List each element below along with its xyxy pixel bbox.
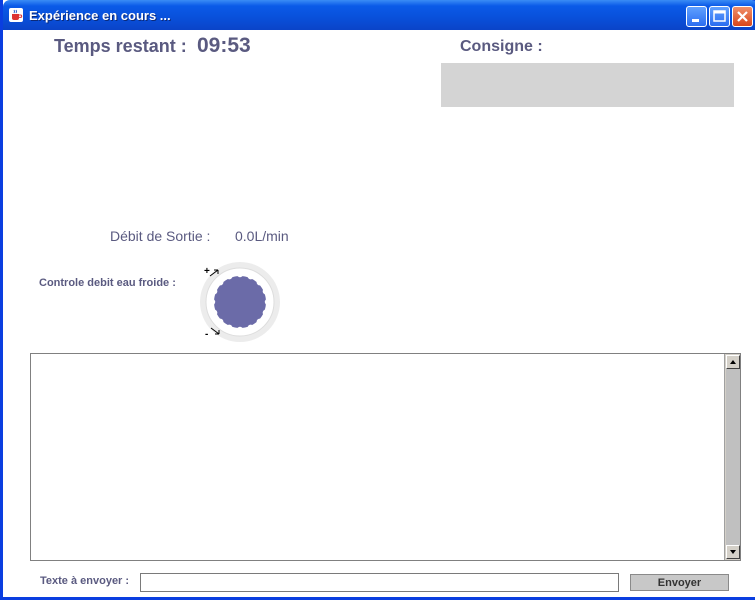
knob-notch xyxy=(208,298,216,306)
knob-notch xyxy=(247,272,254,280)
knob-notch xyxy=(210,309,218,316)
debit-label: Débit de Sortie : xyxy=(110,228,211,244)
knob-notch xyxy=(217,318,224,325)
knob-notch xyxy=(217,279,224,286)
knob-notch xyxy=(262,288,270,295)
knob-notch xyxy=(262,309,270,316)
scroll-track[interactable] xyxy=(726,369,740,545)
control-label: Controle debit eau froide : xyxy=(39,277,176,289)
consigne-label: Consigne : xyxy=(460,38,543,55)
title-bar[interactable]: Expérience en cours ... xyxy=(3,0,755,30)
minimize-button[interactable] xyxy=(686,6,707,27)
message-area[interactable] xyxy=(30,353,741,561)
send-label: Texte à envoyer : xyxy=(40,575,130,587)
knob-notch xyxy=(226,324,233,332)
java-cup-icon xyxy=(9,8,23,22)
window-title: Expérience en cours ... xyxy=(29,8,171,23)
knob-notch xyxy=(226,272,233,280)
maximize-icon xyxy=(713,10,726,22)
consigne-display xyxy=(441,63,734,107)
knob-notch xyxy=(236,270,244,278)
scroll-down-icon[interactable] xyxy=(726,545,740,559)
maximize-button[interactable] xyxy=(709,6,730,27)
knob-notch xyxy=(236,326,244,334)
timer-value: 09:53 xyxy=(197,34,251,57)
close-icon xyxy=(737,11,748,22)
knob-notch xyxy=(256,279,263,286)
close-button[interactable] xyxy=(732,6,753,27)
knob-minus-label: - xyxy=(205,329,208,340)
knob-notch xyxy=(247,324,254,332)
minimize-icon xyxy=(692,19,699,22)
knob-notch xyxy=(264,298,272,306)
debit-value: 0.0L/min xyxy=(235,228,289,244)
application-window: Expérience en cours ... Temps restant : … xyxy=(0,0,755,600)
send-text-input[interactable] xyxy=(140,573,619,592)
content-panel: Temps restant : 09:53 Consigne : Débit d… xyxy=(6,30,755,597)
scroll-up-icon[interactable] xyxy=(726,355,740,369)
send-button[interactable]: Envoyer xyxy=(630,574,729,591)
knob-plus-label: + xyxy=(204,266,210,277)
knob-notch xyxy=(256,318,263,325)
timer-label: Temps restant : xyxy=(54,36,187,56)
message-scrollbar[interactable] xyxy=(724,354,740,560)
flow-control-knob[interactable]: + - xyxy=(196,262,286,342)
knob-notch xyxy=(210,288,218,295)
